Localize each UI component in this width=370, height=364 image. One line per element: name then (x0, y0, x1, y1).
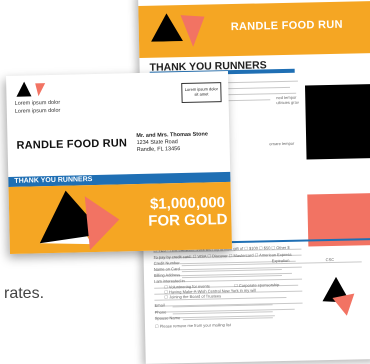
coral-triangle-form-icon (332, 293, 355, 316)
credit-number-field[interactable]: Credit Number (154, 260, 180, 266)
postage-stamp-box: Lorem ipsum dolor sit amet (181, 82, 222, 104)
goal-amount-line: $1,000,000 (149, 194, 226, 213)
envelope-orange-banner: $1,000,000 FOR GOLD (8, 181, 232, 254)
email-field[interactable]: Email (155, 303, 165, 308)
envelope-brand-title: RANDLE FOOD RUN (16, 137, 128, 152)
body-snippet: ultricies grav (276, 99, 299, 106)
letter-header-title: RANDLE FOOD RUN (230, 18, 343, 34)
return-address-line: Lorem ipsum dolor (14, 107, 61, 115)
envelope-triangles-graphic (39, 190, 120, 251)
caption-text: rates. (4, 285, 45, 302)
letter-header-banner: RANDLE FOOD RUN (138, 1, 370, 58)
black-image-block (304, 84, 370, 160)
return-address: Lorem ipsum dolor Lorem ipsum dolor (15, 99, 61, 116)
coral-triangle-logo (180, 15, 205, 47)
envelope-black-triangle-logo (16, 81, 46, 97)
recipient-address: Mr. and Mrs. Thomas Stone 1234 State Roa… (136, 131, 208, 154)
envelope: Lorem ipsum dolor Lorem ipsum dolor Lore… (6, 70, 232, 254)
spouse-name-field[interactable]: Spouse Name (155, 315, 180, 321)
phone-field[interactable]: Phone (155, 309, 167, 314)
goal-amount-tagline: FOR GOLD (148, 211, 228, 230)
name-on-card-field[interactable]: Name on Card (154, 266, 180, 272)
billing-address-field[interactable]: Billing Address (154, 272, 180, 278)
interested-label: I am interested in (154, 278, 185, 284)
remove-mailing-checkbox[interactable]: ☐ Please remove me from your mailing lis… (155, 322, 231, 329)
recipient-name: Mr. and Mrs. Thomas Stone (136, 131, 208, 140)
goal-amount: $1,000,000 FOR GOLD (148, 194, 228, 230)
recipient-city: Randle, FL 13456 (136, 146, 181, 154)
body-snippet: ornare tempor (269, 140, 295, 147)
